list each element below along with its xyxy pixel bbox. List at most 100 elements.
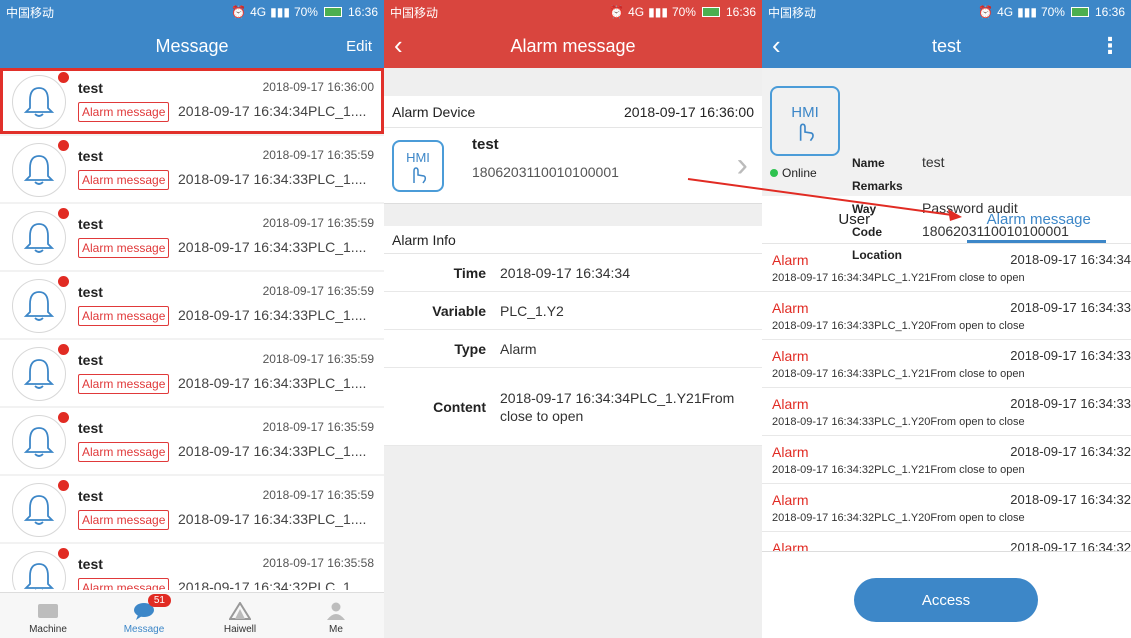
- access-button[interactable]: Access: [854, 578, 1038, 622]
- signal-icon: ▮▮▮: [270, 5, 290, 19]
- status-bar: 中国移动 ⏰ 4G ▮▮▮ 70% 16:36: [0, 0, 384, 24]
- message-tag: Alarm message: [78, 578, 170, 590]
- message-tag: Alarm message: [78, 170, 170, 190]
- message-tag: Alarm message: [78, 238, 170, 258]
- message-preview: 2018-09-17 16:34:33PLC_1....: [178, 307, 367, 323]
- page-title: Message: [155, 35, 229, 56]
- alarm-time: 2018-09-17 16:34:32: [1010, 492, 1131, 507]
- alarm-item[interactable]: Alarm 2018-09-17 16:34:34 2018-09-17 16:…: [762, 244, 1131, 292]
- tab-machine[interactable]: Machine: [0, 593, 96, 638]
- message-tag: Alarm message: [78, 374, 170, 394]
- message-item[interactable]: test 2018-09-17 16:35:59 Alarm message 2…: [0, 136, 384, 202]
- message-tag: Alarm message: [78, 306, 170, 326]
- message-preview: 2018-09-17 16:34:33PLC_1....: [178, 171, 367, 187]
- clock-label: 16:36: [1094, 5, 1125, 19]
- carrier-label: 中国移动: [768, 5, 817, 20]
- page-title: test: [931, 35, 961, 56]
- message-item[interactable]: test 2018-09-17 16:35:59 Alarm message 2…: [0, 272, 384, 338]
- battery-icon: [701, 7, 720, 17]
- alarm-item[interactable]: Alarm 2018-09-17 16:34:33 2018-09-17 16:…: [762, 292, 1131, 340]
- alarm-item[interactable]: Alarm 2018-09-17 16:34:32 2018-09-17 16:…: [762, 484, 1131, 532]
- message-item[interactable]: test 2018-09-17 16:35:59 Alarm message 2…: [0, 340, 384, 406]
- tab-me[interactable]: Me: [288, 593, 384, 638]
- alarm-time: 2018-09-17 16:34:33: [1010, 300, 1131, 315]
- tab-label: Haiwell: [223, 624, 257, 635]
- message-item[interactable]: test 2018-09-17 16:35:59 Alarm message 2…: [0, 476, 384, 542]
- alarm-time: 2018-09-17 16:34:33: [1010, 348, 1131, 363]
- tab-haiwell[interactable]: Haiwell: [192, 593, 288, 638]
- message-sender: test: [78, 284, 103, 300]
- tab-label: Machine: [29, 624, 67, 635]
- alarm-clock-icon: ⏰: [231, 5, 247, 19]
- unread-dot: [58, 276, 69, 287]
- info-row-type: Type Alarm: [384, 330, 762, 368]
- hmi-label: HMI: [406, 150, 430, 165]
- message-time: 2018-09-17 16:35:58: [262, 556, 374, 570]
- bell-icon: [23, 563, 55, 590]
- edit-button[interactable]: Edit: [346, 38, 372, 55]
- machine-icon: [38, 604, 58, 618]
- message-sender: test: [78, 216, 103, 232]
- unread-dot: [58, 72, 69, 83]
- message-sender: test: [78, 420, 103, 436]
- battery-label: 70%: [293, 5, 318, 19]
- message-item[interactable]: test 2018-09-17 16:36:00 Alarm message 2…: [0, 68, 384, 134]
- alarm-detail-header: ‹ Alarm message: [384, 24, 762, 68]
- tab-label: Me: [329, 624, 343, 635]
- message-time: 2018-09-17 16:35:59: [262, 216, 374, 230]
- detail-tabs: User Alarm message: [762, 196, 1131, 244]
- message-time: 2018-09-17 16:35:59: [262, 284, 374, 298]
- bell-icon: [23, 155, 55, 185]
- device-card[interactable]: HMI test 1806203110010100001 ›: [384, 128, 762, 204]
- unread-dot: [58, 480, 69, 491]
- device-name: test: [472, 136, 499, 153]
- alarm-item[interactable]: Alarm 2018-09-17 16:34:33 2018-09-17 16:…: [762, 340, 1131, 388]
- battery-icon: [323, 7, 342, 17]
- alarm-device-header: Alarm Device 2018-09-17 16:36:00: [384, 96, 762, 128]
- page-title: Alarm message: [510, 35, 636, 56]
- bottom-tab-bar: Machine 51 Message Haiwell Me: [0, 592, 384, 638]
- hmi-device-icon: HMI: [392, 140, 444, 192]
- signal-icon: ▮▮▮: [648, 5, 668, 19]
- message-time: 2018-09-17 16:36:00: [262, 80, 374, 94]
- info-row-variable: Variable PLC_1.Y2: [384, 292, 762, 330]
- more-vertical-icon[interactable]: ⋮: [1099, 33, 1121, 59]
- back-icon[interactable]: ‹: [394, 32, 403, 58]
- alarm-description: 2018-09-17 16:34:34PLC_1.Y21From close t…: [772, 272, 1025, 284]
- tab-message[interactable]: 51 Message: [96, 593, 192, 638]
- message-preview: 2018-09-17 16:34:32PLC_1....: [178, 579, 367, 590]
- alarm-description: 2018-09-17 16:34:32PLC_1.Y21From close t…: [772, 464, 1025, 476]
- alarm-description: 2018-09-17 16:34:33PLC_1.Y21From close t…: [772, 368, 1025, 380]
- tab-alarm-message[interactable]: Alarm message: [947, 196, 1131, 243]
- message-item[interactable]: test 2018-09-17 16:35:59 Alarm message 2…: [0, 408, 384, 474]
- message-item[interactable]: test 2018-09-17 16:35:59 Alarm message 2…: [0, 204, 384, 270]
- message-time: 2018-09-17 16:35:59: [262, 420, 374, 434]
- alarm-list: Alarm 2018-09-17 16:34:34 2018-09-17 16:…: [762, 244, 1131, 552]
- unread-dot: [58, 548, 69, 559]
- alarm-item[interactable]: Alarm 2018-09-17 16:34:33 2018-09-17 16:…: [762, 388, 1131, 436]
- bell-avatar: [12, 551, 66, 590]
- status-bar: 中国移动 ⏰ 4G ▮▮▮ 70% 16:36: [384, 0, 762, 24]
- device-code: 1806203110010100001: [472, 164, 619, 180]
- bell-avatar: [12, 483, 66, 537]
- back-icon[interactable]: ‹: [772, 32, 781, 58]
- alarm-clock-icon: ⏰: [609, 5, 625, 19]
- alarm-item[interactable]: Alarm 2018-09-17 16:34:32: [762, 532, 1131, 551]
- message-preview: 2018-09-17 16:34:33PLC_1....: [178, 375, 367, 391]
- alarm-time: 2018-09-17 16:34:34: [1010, 252, 1131, 267]
- message-preview: 2018-09-17 16:34:33PLC_1....: [178, 511, 367, 527]
- bell-icon: [23, 291, 55, 321]
- haiwell-logo-icon: [229, 602, 251, 620]
- person-icon: [327, 602, 345, 620]
- unread-dot: [58, 140, 69, 151]
- alarm-device-label: Alarm Device: [392, 103, 476, 120]
- battery-icon: [1070, 7, 1089, 17]
- alarm-item[interactable]: Alarm 2018-09-17 16:34:32 2018-09-17 16:…: [762, 436, 1131, 484]
- tab-user[interactable]: User: [762, 196, 947, 243]
- alarm-clock-icon: ⏰: [978, 5, 994, 19]
- alarm-detail-screen: 中国移动 ⏰ 4G ▮▮▮ 70% 16:36 ‹ Alarm message …: [384, 0, 762, 638]
- status-bar: 中国移动 ⏰ 4G ▮▮▮ 70% 16:36: [762, 0, 1131, 24]
- battery-label: 70%: [1040, 5, 1065, 19]
- message-item[interactable]: test 2018-09-17 16:35:58 Alarm message 2…: [0, 544, 384, 590]
- info-row-time: Time 2018-09-17 16:34:34: [384, 254, 762, 292]
